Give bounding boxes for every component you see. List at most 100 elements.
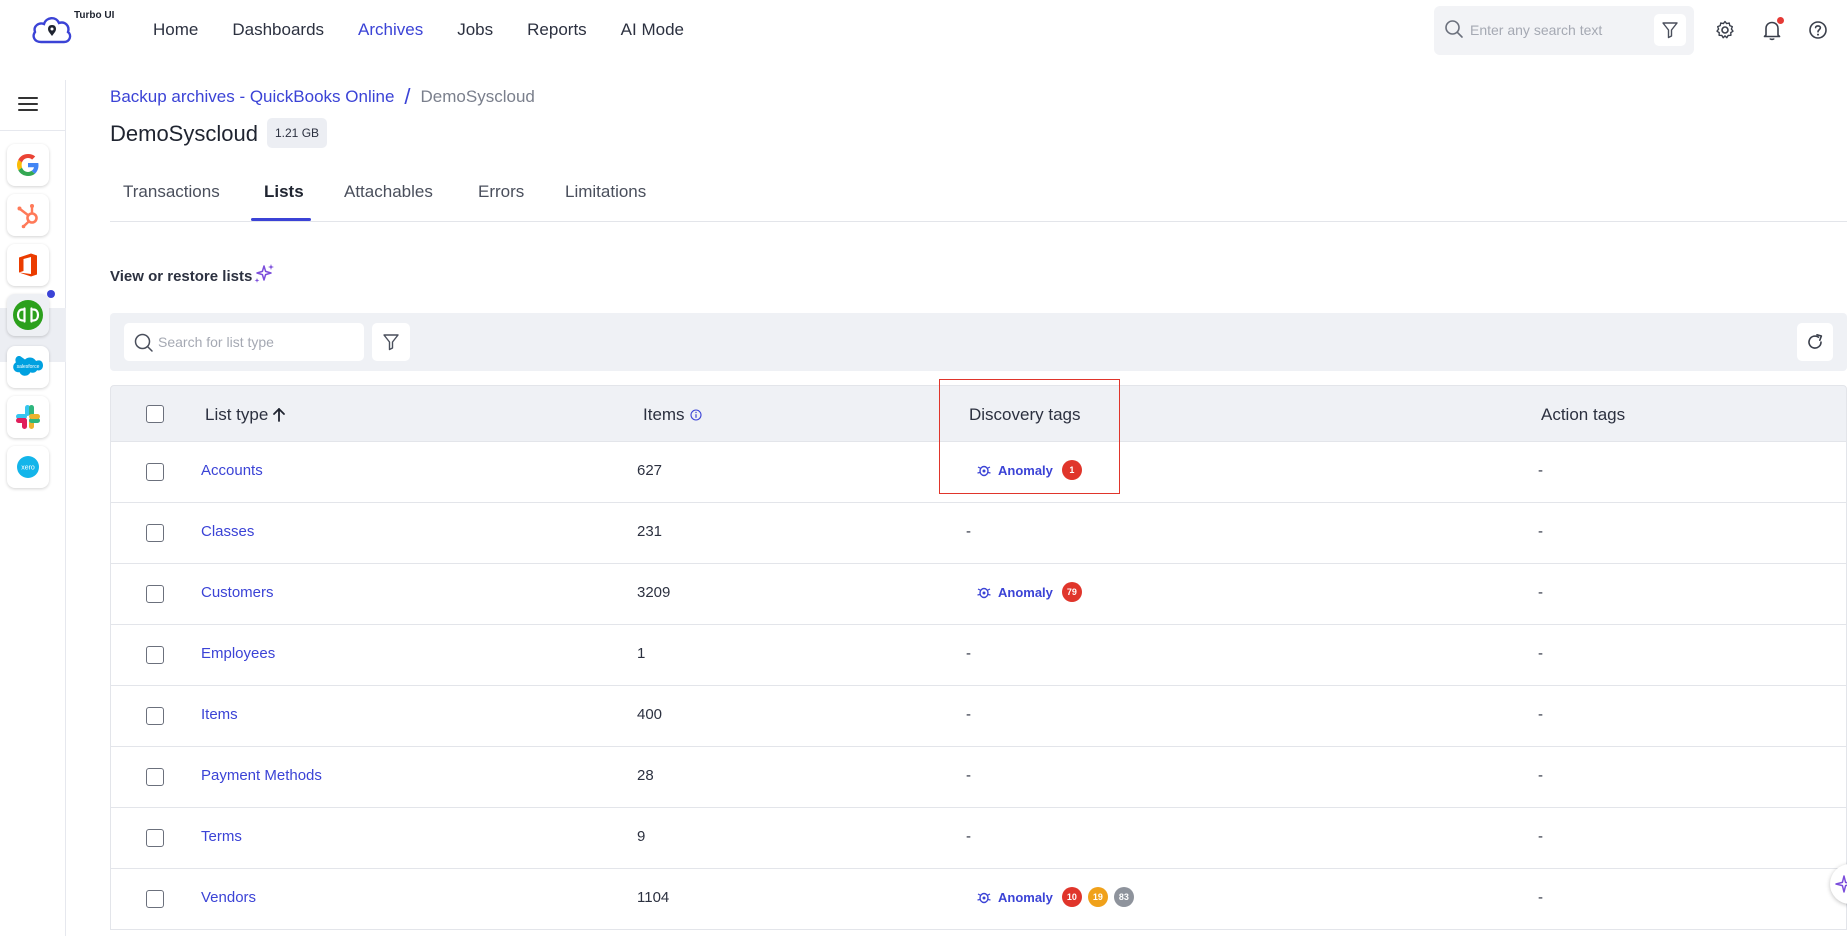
ai-sparkle-icon[interactable] (252, 262, 276, 291)
list-type-link[interactable]: Terms (201, 828, 242, 845)
row-checkbox[interactable] (146, 768, 164, 786)
filter-icon (383, 334, 399, 351)
list-type-link[interactable]: Classes (201, 523, 254, 540)
row-checkbox[interactable] (146, 890, 164, 908)
action-tags-value: - (1538, 767, 1543, 784)
row-checkbox[interactable] (146, 585, 164, 603)
search-icon (134, 333, 154, 358)
list-filter-button[interactable] (372, 323, 410, 361)
global-filter-button[interactable] (1654, 14, 1686, 46)
action-tags-value: - (1538, 889, 1543, 906)
select-all-checkbox[interactable] (146, 405, 164, 423)
row-checkbox[interactable] (146, 524, 164, 542)
app-salesforce[interactable]: salesforce (7, 346, 49, 388)
active-tab-indicator (251, 218, 311, 221)
severity-count-badge: 83 (1113, 887, 1134, 907)
size-badge: 1.21 GB (267, 118, 328, 148)
list-type-link[interactable]: Payment Methods (201, 767, 322, 784)
list-type-link[interactable]: Items (201, 706, 238, 723)
table-row[interactable]: Customers 3209 Anomaly 79 - (110, 564, 1847, 625)
main-nav: Home Dashboards Archives Jobs Reports AI… (153, 20, 718, 40)
action-tags-value: - (1538, 584, 1543, 601)
app-xero[interactable]: xero (7, 446, 49, 488)
nav-reports[interactable]: Reports (527, 20, 587, 40)
row-checkbox[interactable] (146, 463, 164, 481)
column-list-type[interactable]: List type (205, 405, 288, 425)
anomaly-bug-icon (977, 587, 991, 599)
quickbooks-icon (13, 300, 43, 330)
column-action-tags: Action tags (1541, 405, 1626, 424)
nav-archives[interactable]: Archives (358, 20, 423, 40)
list-type-link[interactable]: Customers (201, 584, 274, 601)
top-bar: Turbo UI Home Dashboards Archives Jobs R… (0, 0, 1847, 62)
discovery-tags-value: - (966, 828, 971, 845)
global-search-input[interactable] (1470, 18, 1650, 42)
items-count: 28 (637, 767, 654, 784)
discovery-tags-value: - (966, 767, 971, 784)
settings-button[interactable] (1713, 18, 1737, 42)
breadcrumb-separator: / (404, 84, 411, 109)
search-icon (1444, 19, 1464, 44)
menu-toggle-icon[interactable] (18, 97, 38, 113)
list-type-link[interactable]: Employees (201, 645, 275, 662)
tab-errors[interactable]: Errors (478, 182, 524, 202)
refresh-icon (1808, 334, 1823, 349)
list-search-input[interactable] (158, 331, 354, 353)
nav-ai-mode[interactable]: AI Mode (621, 20, 684, 40)
brand-logo[interactable]: Turbo UI (30, 8, 120, 52)
highlight-annotation-box (939, 379, 1120, 494)
row-checkbox[interactable] (146, 707, 164, 725)
app-quickbooks[interactable] (7, 290, 55, 336)
list-search (124, 323, 364, 361)
tab-limitations[interactable]: Limitations (565, 182, 646, 202)
severity-count-badge: 79 (1061, 582, 1082, 602)
app-office[interactable] (7, 244, 49, 286)
tab-bar: Transactions Lists Attachables Errors Li… (110, 172, 1847, 222)
table-row[interactable]: Payment Methods 28 - - (110, 747, 1847, 808)
table-row[interactable]: Items 400 - - (110, 686, 1847, 747)
column-items: Items (643, 405, 702, 425)
app-rail: salesforce xero (0, 80, 66, 936)
brand-name: Turbo UI (74, 10, 115, 21)
section-label: View or restore lists (110, 268, 253, 285)
nav-home[interactable]: Home (153, 20, 198, 40)
table-row[interactable]: Vendors 1104 Anomaly 10 19 83 - (110, 869, 1847, 930)
notifications-button[interactable] (1760, 17, 1784, 42)
tab-transactions[interactable]: Transactions (123, 182, 220, 202)
nav-dashboards[interactable]: Dashboards (232, 20, 324, 40)
breadcrumb-parent-link[interactable]: Backup archives - QuickBooks Online (110, 87, 394, 107)
anomaly-tag[interactable]: Anomaly 10 19 83 (976, 887, 1140, 907)
refresh-button[interactable] (1797, 323, 1833, 361)
list-toolbar (110, 313, 1847, 371)
info-icon[interactable] (690, 409, 702, 421)
table-row[interactable]: Employees 1 - - (110, 625, 1847, 686)
svg-text:xero: xero (21, 465, 35, 472)
app-google[interactable] (7, 144, 49, 186)
anomaly-tag[interactable]: Anomaly 79 (976, 582, 1088, 602)
table-row[interactable]: Terms 9 - - (110, 808, 1847, 869)
sort-ascending-icon[interactable] (270, 406, 288, 424)
column-list-type-label: List type (205, 405, 269, 424)
filter-icon (1662, 22, 1678, 39)
svg-text:salesforce: salesforce (17, 364, 40, 370)
breadcrumb-current: DemoSyscloud (420, 87, 535, 106)
discovery-tags-value: - (966, 523, 971, 540)
row-checkbox[interactable] (146, 646, 164, 664)
action-tags-value: - (1538, 706, 1543, 723)
list-type-link[interactable]: Accounts (201, 462, 263, 479)
app-slack[interactable] (7, 396, 49, 438)
app-hubspot[interactable] (7, 194, 49, 236)
help-button[interactable] (1806, 18, 1830, 42)
breadcrumb: Backup archives - QuickBooks Online / De… (110, 84, 535, 110)
list-type-link[interactable]: Vendors (201, 889, 256, 906)
row-checkbox[interactable] (146, 829, 164, 847)
tab-attachables[interactable]: Attachables (344, 182, 433, 202)
global-search (1434, 6, 1694, 55)
rail-divider (0, 130, 66, 131)
tab-lists[interactable]: Lists (264, 182, 304, 202)
google-icon (17, 154, 39, 176)
nav-jobs[interactable]: Jobs (457, 20, 493, 40)
table-row[interactable]: Classes 231 - - (110, 503, 1847, 564)
anomaly-label: Anomaly (998, 889, 1053, 905)
slack-icon (16, 405, 40, 429)
